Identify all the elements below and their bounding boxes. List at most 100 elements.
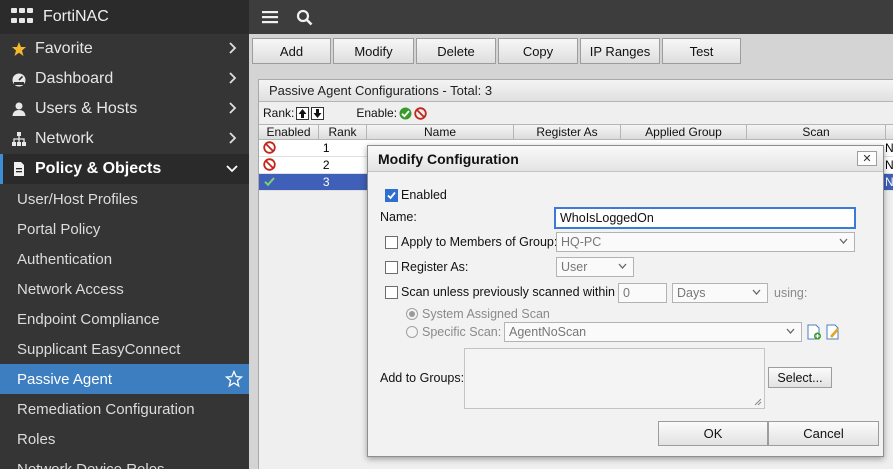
rank-label: Rank: [263, 106, 295, 120]
name-input[interactable]: WhoIsLoggedOn [554, 207, 856, 229]
star-outline-icon[interactable] [225, 370, 243, 388]
scan-unit-value: Days [677, 286, 706, 300]
brand-bar: FortiNAC [0, 0, 249, 34]
rank-bar: Rank: Enable: [259, 102, 893, 124]
column-rank[interactable]: Rank [319, 125, 367, 139]
dialog-title: Modify Configuration [378, 150, 519, 167]
apply-group-row: Apply to Members of Group: [385, 235, 557, 249]
sidebar-item-network-device-roles[interactable]: Network Device Roles [0, 454, 249, 469]
enabled-icon [259, 174, 319, 190]
enabled-label: Enabled [401, 188, 447, 202]
name-label: Name: [380, 210, 417, 224]
register-as-select[interactable]: User [556, 257, 634, 277]
top-bar [249, 0, 893, 34]
chevron-right-icon [229, 42, 237, 54]
sidebar-item-roles[interactable]: Roles [0, 424, 249, 454]
scan-days-input[interactable]: 0 [618, 283, 667, 303]
register-as-label: Register As: [401, 260, 469, 274]
scan-unit-select[interactable]: Days [672, 283, 768, 303]
register-as-checkbox[interactable] [385, 260, 398, 274]
column-applied-group[interactable]: Applied Group [621, 125, 747, 139]
sidebar-item-favorite[interactable]: Favorite [0, 34, 249, 64]
apply-group-value: HQ-PC [561, 235, 602, 249]
column-name[interactable]: Name [367, 125, 514, 139]
enable-icon[interactable] [399, 107, 412, 120]
policy-icon [10, 160, 28, 178]
sidebar: FortiNAC Favorite Dashboard Users & Host… [0, 0, 249, 469]
hamburger-menu-icon[interactable] [261, 8, 279, 26]
add-scan-icon[interactable] [806, 324, 822, 340]
apply-group-checkbox[interactable] [385, 235, 398, 249]
enabled-row: Enabled [385, 188, 447, 202]
ok-button[interactable]: OK [658, 421, 768, 446]
copy-button[interactable]: Copy [498, 38, 578, 64]
system-scan-label: System Assigned Scan [422, 307, 550, 321]
sidebar-item-policy-objects[interactable]: Policy & Objects [0, 154, 249, 184]
sidebar-item-authentication[interactable]: Authentication [0, 244, 249, 274]
cancel-button[interactable]: Cancel [768, 421, 879, 446]
add-groups-list[interactable] [464, 348, 765, 409]
disable-icon[interactable] [414, 106, 427, 120]
sidebar-item-dashboard[interactable]: Dashboard [0, 64, 249, 94]
star-icon [10, 40, 28, 58]
column-scan[interactable]: Scan [747, 125, 886, 139]
specific-scan-radio[interactable] [406, 326, 418, 338]
user-icon [10, 100, 28, 118]
select-groups-button[interactable]: Select... [768, 367, 832, 388]
column-enabled[interactable]: Enabled [259, 125, 319, 139]
search-icon[interactable] [295, 8, 313, 26]
enabled-checkbox[interactable] [385, 188, 398, 202]
apply-group-select[interactable]: HQ-PC [556, 232, 855, 252]
register-as-value: User [561, 260, 588, 274]
disabled-icon [259, 140, 319, 156]
close-button[interactable]: ✕ [857, 151, 877, 166]
specific-scan-select[interactable]: AgentNoScan [504, 322, 802, 342]
rank-up-icon[interactable] [296, 106, 310, 120]
sidebar-item-user-host-profiles[interactable]: User/Host Profiles [0, 184, 249, 214]
scan-cell: N [885, 175, 893, 189]
sidebar-item-remediation-configuration[interactable]: Remediation Configuration [0, 394, 249, 424]
chevron-right-icon [229, 102, 237, 114]
rank-cell: 2 [322, 158, 330, 172]
chevron-down-icon [618, 263, 627, 269]
sidebar-item-endpoint-compliance[interactable]: Endpoint Compliance [0, 304, 249, 334]
scan-cell: N [885, 141, 893, 155]
modify-button[interactable]: Modify [333, 38, 414, 64]
sidebar-item-label: Network [35, 130, 94, 147]
scan-label: Scan unless previously scanned within [401, 285, 616, 299]
sidebar-item-network[interactable]: Network [0, 124, 249, 154]
add-button[interactable]: Add [252, 38, 331, 64]
resize-grip-icon[interactable] [752, 396, 762, 406]
test-button[interactable]: Test [662, 38, 741, 64]
chevron-right-icon [229, 132, 237, 144]
scan-row: Scan unless previously scanned within [385, 285, 615, 299]
close-icon: ✕ [862, 153, 872, 165]
enable-label: Enable: [356, 106, 398, 120]
table-header: Enabled Rank Name Register As Applied Gr… [259, 124, 893, 140]
specific-scan-row: Specific Scan: [406, 325, 501, 339]
sidebar-item-users-hosts[interactable]: Users & Hosts [0, 94, 249, 124]
chevron-down-icon [839, 238, 848, 244]
specific-scan-label: Specific Scan: [422, 325, 502, 339]
sidebar-item-supplicant-easyconnect[interactable]: Supplicant EasyConnect [0, 334, 249, 364]
sidebar-item-portal-policy[interactable]: Portal Policy [0, 214, 249, 244]
network-icon [10, 130, 28, 148]
sidebar-item-passive-agent[interactable]: Passive Agent [0, 364, 249, 394]
modify-configuration-dialog: Modify Configuration ✕ Enabled Name: Who… [367, 145, 884, 457]
chevron-down-icon [226, 165, 238, 173]
rank-down-icon[interactable] [311, 106, 325, 120]
sidebar-item-label: Users & Hosts [35, 100, 138, 117]
ip-ranges-button[interactable]: IP Ranges [580, 38, 660, 64]
register-as-row: Register As: [385, 260, 468, 274]
sidebar-item-label: Favorite [35, 40, 93, 57]
delete-button[interactable]: Delete [416, 38, 496, 64]
apply-group-label: Apply to Members of Group: [401, 235, 558, 249]
edit-scan-icon[interactable] [825, 324, 841, 340]
system-scan-radio[interactable] [406, 308, 418, 320]
column-register-as[interactable]: Register As [514, 125, 621, 139]
system-scan-row: System Assigned Scan [406, 307, 550, 321]
scan-checkbox[interactable] [385, 285, 398, 299]
dashboard-icon [10, 70, 28, 88]
chevron-down-icon [752, 289, 761, 295]
sidebar-item-network-access[interactable]: Network Access [0, 274, 249, 304]
